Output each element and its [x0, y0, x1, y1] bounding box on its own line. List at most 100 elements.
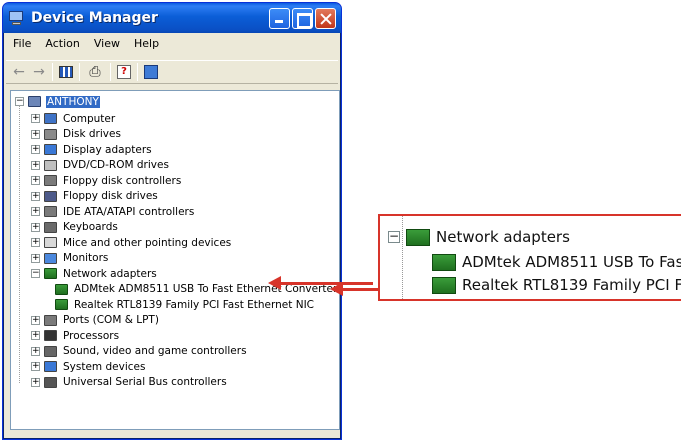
network-card-icon [55, 283, 68, 295]
tree-item-label: Display adapters [63, 143, 152, 156]
network-card-icon [55, 299, 68, 310]
device-tree[interactable]: − ANTHONY + Computer + Disk drives + Display … [10, 90, 340, 430]
back-arrow-icon[interactable]: ← [12, 63, 26, 81]
port-icon [44, 314, 57, 326]
tree-category-item[interactable]: + Floppy disk controllers [31, 173, 182, 188]
controller-icon [44, 175, 57, 186]
tree-device-item[interactable]: Realtek RTL8139 Family PCI Fast Ethernet… [55, 297, 315, 312]
tree-item-label: Realtek RTL8139 Family PCI Fast Ethernet… [74, 298, 314, 311]
tree-item-label: Disk drives [63, 128, 121, 140]
tree-category-item[interactable]: + Universal Serial Bus controllers [31, 375, 228, 390]
tree-category-item[interactable]: + System devices [31, 359, 146, 374]
tree-category-item[interactable]: + Monitors [31, 251, 109, 266]
toolbar-separator [137, 63, 138, 81]
tree-category-item[interactable]: + Processors [31, 328, 120, 343]
menu-view[interactable]: View [87, 37, 127, 55]
tree-item-label: Sound, video and game controllers [63, 345, 247, 357]
tree-category-item[interactable]: + Disk drives [31, 127, 122, 142]
expand-icon[interactable]: + [31, 362, 40, 371]
maximize-button[interactable] [292, 7, 313, 29]
expand-icon[interactable]: + [31, 331, 40, 340]
tree-category-item[interactable]: + Keyboards [31, 220, 119, 235]
window-title: Device Manager [31, 10, 158, 26]
tree-item-label: Ports (COM & LPT) [63, 314, 159, 326]
tree-item-label: Universal Serial Bus controllers [63, 376, 227, 388]
mouse-icon [44, 237, 57, 248]
keyboard-icon [44, 221, 57, 233]
tree-item-label: DVD/CD-ROM drives [63, 159, 169, 171]
tree-item-label: Computer [63, 112, 116, 125]
tree-item-label: Processors [63, 329, 120, 342]
toolbar: ← → ⎙ ? [6, 60, 338, 84]
toolbar-separator [52, 63, 53, 81]
minimize-button[interactable] [269, 7, 290, 29]
monitor-icon [44, 252, 57, 264]
expand-icon[interactable]: + [31, 238, 40, 247]
controller-icon [44, 206, 57, 217]
expand-icon[interactable]: + [31, 207, 40, 216]
stage: Device Manager File Action View Help ← →… [0, 0, 681, 443]
menu-help[interactable]: Help [127, 37, 166, 55]
disk-icon [44, 128, 57, 140]
network-card-icon [432, 276, 456, 294]
menu-bar: File Action View Help [6, 37, 166, 55]
expand-icon[interactable]: + [31, 222, 40, 232]
tree-category-item[interactable]: + Ports (COM & LPT) [31, 313, 160, 328]
tree-category-item[interactable]: + Mice and other pointing devices [31, 235, 232, 250]
tree-category-item[interactable]: − Network adapters [31, 266, 158, 281]
expand-icon[interactable]: + [31, 160, 40, 170]
collapse-icon: − [388, 229, 400, 243]
zoom-adapter-admtek: ADMtek ADM8511 USB To Fas [432, 253, 681, 271]
expand-icon[interactable]: + [31, 129, 40, 139]
callout-arrow-upper [268, 276, 373, 290]
tree-category-item[interactable]: + Sound, video and game controllers [31, 344, 248, 359]
tree-item-label: Monitors [63, 252, 109, 264]
computer-icon [44, 113, 57, 124]
properties-icon[interactable]: ? [117, 65, 131, 79]
tree-category-item[interactable]: + DVD/CD-ROM drives [31, 158, 170, 173]
expand-icon[interactable]: + [31, 315, 40, 325]
expand-icon[interactable]: + [31, 145, 40, 154]
scan-hardware-icon[interactable] [144, 65, 158, 79]
cdrom-icon [44, 159, 57, 171]
tree-connector [19, 105, 20, 383]
tree-item-label: Floppy disk controllers [63, 174, 182, 187]
floppy-icon [44, 190, 57, 202]
zoom-network-adapters: − Network adapters [388, 228, 570, 246]
tree-category-item[interactable]: + Floppy disk drives [31, 189, 159, 204]
expand-icon[interactable]: + [31, 377, 40, 387]
tree-root[interactable]: − ANTHONY [15, 94, 100, 109]
title-bar[interactable]: Device Manager [3, 3, 341, 33]
print-icon[interactable]: ⎙ [86, 63, 104, 81]
expand-icon[interactable]: + [31, 253, 40, 263]
expand-icon[interactable]: + [31, 191, 40, 201]
tree-category-item[interactable]: + IDE ATA/ATAPI controllers [31, 204, 195, 219]
tree-item-label: System devices [63, 360, 146, 373]
tree-root-label: ANTHONY [46, 95, 100, 108]
zoom-adapter-label: Realtek RTL8139 Family PCI F [462, 276, 681, 294]
forward-arrow-icon[interactable]: → [32, 63, 46, 81]
device-list-icon[interactable] [59, 66, 73, 78]
close-button[interactable] [315, 7, 336, 29]
menu-action[interactable]: Action [38, 37, 86, 55]
tree-item-label: Mice and other pointing devices [63, 236, 232, 249]
network-card-icon [432, 253, 456, 271]
tree-category-item[interactable]: + Computer [31, 111, 116, 126]
toolbar-separator [110, 63, 111, 81]
menu-file[interactable]: File [6, 37, 38, 55]
network-card-icon [44, 268, 57, 279]
zoom-adapter-label: ADMtek ADM8511 USB To Fas [462, 253, 681, 271]
expand-icon[interactable]: + [31, 114, 40, 123]
expand-icon[interactable]: + [31, 176, 40, 185]
tree-item-label: Floppy disk drives [63, 190, 158, 202]
display-icon [44, 144, 57, 155]
tree-item-label: Keyboards [63, 221, 118, 233]
expand-icon[interactable]: + [31, 346, 40, 356]
tree-item-label: IDE ATA/ATAPI controllers [63, 205, 195, 218]
tree-category-item[interactable]: + Display adapters [31, 142, 153, 157]
device-manager-window: Device Manager File Action View Help ← →… [2, 2, 342, 440]
collapse-icon[interactable]: − [31, 269, 40, 278]
toolbar-separator [79, 63, 80, 81]
usb-icon [44, 376, 57, 388]
processor-icon [44, 330, 57, 341]
